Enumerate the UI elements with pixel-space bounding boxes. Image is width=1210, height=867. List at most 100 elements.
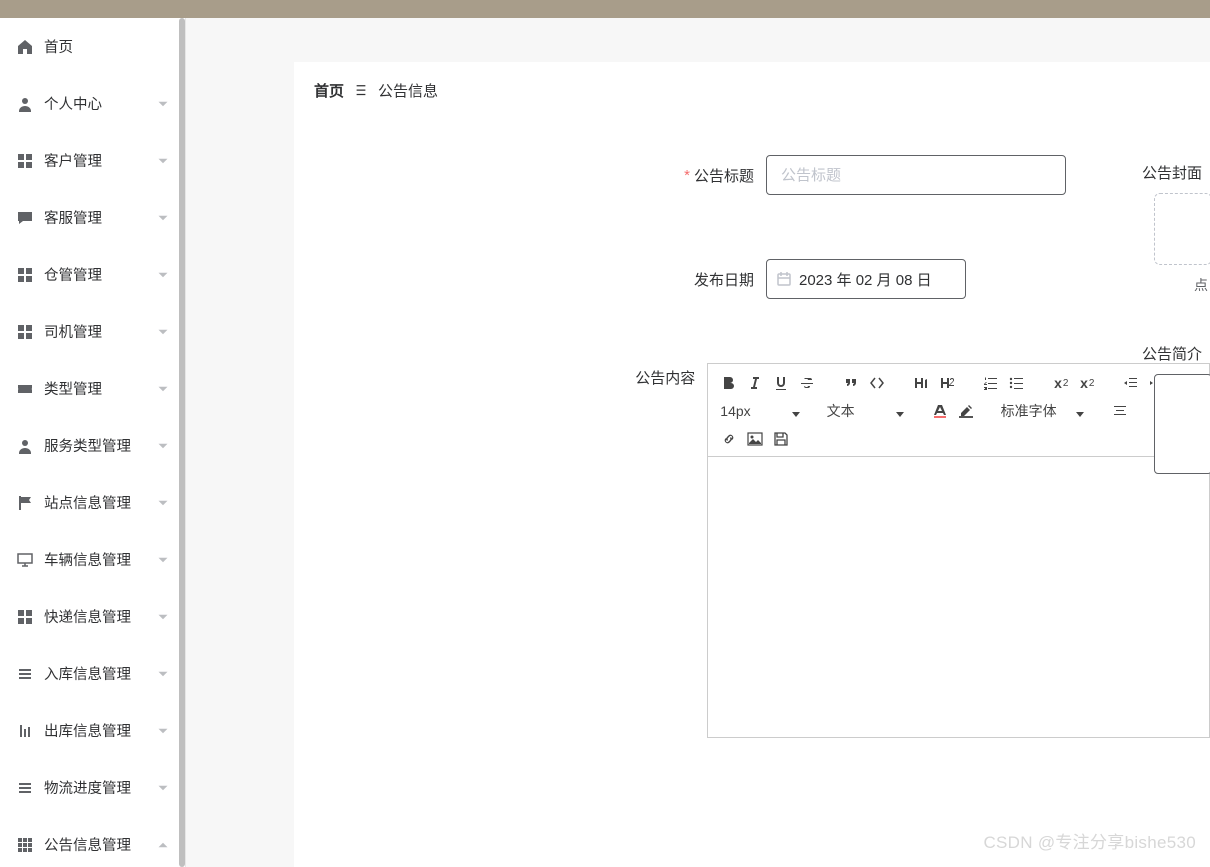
monitor-icon (16, 551, 34, 569)
save-button[interactable] (768, 426, 794, 452)
chevron-down-icon (157, 610, 171, 624)
sidebar-item-label: 车辆信息管理 (44, 549, 169, 570)
chevron-down-icon (157, 781, 171, 795)
chevron-down-icon (157, 724, 171, 738)
blockquote-button[interactable] (838, 370, 864, 396)
chevron-down-icon (157, 838, 171, 852)
sidebar-item-label: 入库信息管理 (44, 663, 169, 684)
date-label: 发布日期 (294, 259, 766, 299)
link-button[interactable] (716, 426, 742, 452)
chevron-down-icon (157, 154, 171, 168)
h2-button[interactable] (934, 370, 960, 396)
sidebar-item-14[interactable]: 公告信息管理 (0, 816, 185, 867)
sidebar-item-label: 站点信息管理 (44, 492, 169, 513)
top-bar (0, 0, 1210, 18)
date-input[interactable] (766, 259, 966, 299)
subscript-button[interactable]: x2 (1048, 370, 1074, 396)
breadcrumb: 首页 公告信息 (294, 70, 1210, 115)
content-label: 公告内容 (294, 363, 707, 388)
h1-button[interactable] (908, 370, 934, 396)
grid-icon (16, 608, 34, 626)
chevron-down-icon (157, 268, 171, 282)
chevron-down-icon (157, 211, 171, 225)
sidebar-item-1[interactable]: 个人中心 (0, 75, 185, 132)
sidebar-item-label: 公告信息管理 (44, 834, 169, 855)
sidebar-item-label: 快递信息管理 (44, 606, 169, 627)
chevron-down-icon (157, 439, 171, 453)
strike-button[interactable] (794, 370, 820, 396)
form: * 公告标题 发布日期 (294, 115, 1210, 738)
superscript-button[interactable]: x2 (1074, 370, 1100, 396)
sidebar-item-label: 个人中心 (44, 93, 169, 114)
unordered-list-button[interactable] (1004, 370, 1030, 396)
cover-upload[interactable] (1154, 193, 1210, 265)
chevron-down-icon (157, 382, 171, 396)
flag-icon (16, 494, 34, 512)
breadcrumb-current: 公告信息 (378, 80, 438, 101)
underline-button[interactable] (768, 370, 794, 396)
bold-button[interactable] (716, 370, 742, 396)
sidebar-item-label: 首页 (44, 36, 169, 57)
font-size-select[interactable]: 14px (716, 398, 804, 424)
block-format-select[interactable]: 文本 (823, 398, 909, 424)
chat-icon (16, 209, 34, 227)
grid-icon (16, 323, 34, 341)
sidebar-item-label: 类型管理 (44, 378, 169, 399)
sidebar-item-10[interactable]: 快递信息管理 (0, 588, 185, 645)
required-mark: * (684, 167, 690, 184)
sidebar: 首页个人中心客户管理客服管理仓管管理司机管理类型管理服务类型管理站点信息管理车辆… (0, 18, 186, 867)
grid-icon (16, 152, 34, 170)
dropdown-icon (1075, 406, 1085, 416)
sidebar-item-8[interactable]: 站点信息管理 (0, 474, 185, 531)
title-input[interactable] (766, 155, 1066, 195)
list-icon (16, 779, 34, 797)
main-area: 首页 公告信息 * 公告标题 发布日期 (186, 18, 1210, 867)
sidebar-item-6[interactable]: 类型管理 (0, 360, 185, 417)
image-button[interactable] (742, 426, 768, 452)
intro-textarea[interactable] (1154, 374, 1210, 474)
person-icon (16, 95, 34, 113)
breadcrumb-home[interactable]: 首页 (314, 80, 344, 101)
sidebar-item-label: 客服管理 (44, 207, 169, 228)
home-icon (16, 38, 34, 56)
code-button[interactable] (864, 370, 890, 396)
sidebar-item-label: 仓管管理 (44, 264, 169, 285)
italic-button[interactable] (742, 370, 768, 396)
highlight-button[interactable] (953, 398, 979, 424)
chevron-down-icon (157, 325, 171, 339)
chevron-down-icon (157, 667, 171, 681)
sidebar-item-9[interactable]: 车辆信息管理 (0, 531, 185, 588)
sidebar-item-0[interactable]: 首页 (0, 18, 185, 75)
sidebar-item-13[interactable]: 物流进度管理 (0, 759, 185, 816)
cover-label: 公告封面 (1122, 162, 1210, 183)
breadcrumb-separator-icon (354, 84, 368, 98)
font-family-select[interactable]: 标准字体 (997, 398, 1089, 424)
sidebar-item-label: 物流进度管理 (44, 777, 169, 798)
sidebar-item-11[interactable]: 入库信息管理 (0, 645, 185, 702)
grid-icon (16, 266, 34, 284)
apps-icon (16, 836, 34, 854)
sidebar-item-3[interactable]: 客服管理 (0, 189, 185, 246)
sidebar-item-4[interactable]: 仓管管理 (0, 246, 185, 303)
list-icon (16, 665, 34, 683)
chevron-down-icon (157, 97, 171, 111)
ticket-icon (16, 380, 34, 398)
sidebar-item-label: 司机管理 (44, 321, 169, 342)
sidebar-item-2[interactable]: 客户管理 (0, 132, 185, 189)
title-label: * 公告标题 (294, 155, 766, 195)
chevron-down-icon (157, 496, 171, 510)
calendar-icon (776, 271, 792, 287)
person-icon (16, 437, 34, 455)
content-card: 首页 公告信息 * 公告标题 发布日期 (294, 62, 1210, 867)
dropdown-icon (791, 406, 801, 416)
chevron-down-icon (157, 553, 171, 567)
sidebar-item-7[interactable]: 服务类型管理 (0, 417, 185, 474)
sidebar-item-label: 服务类型管理 (44, 435, 169, 456)
font-color-button[interactable] (927, 398, 953, 424)
ordered-list-button[interactable] (978, 370, 1004, 396)
dropdown-icon (895, 406, 905, 416)
sidebar-item-12[interactable]: 出库信息管理 (0, 702, 185, 759)
sidebar-item-5[interactable]: 司机管理 (0, 303, 185, 360)
bars-icon (16, 722, 34, 740)
cover-tip: 点 (1122, 275, 1210, 295)
